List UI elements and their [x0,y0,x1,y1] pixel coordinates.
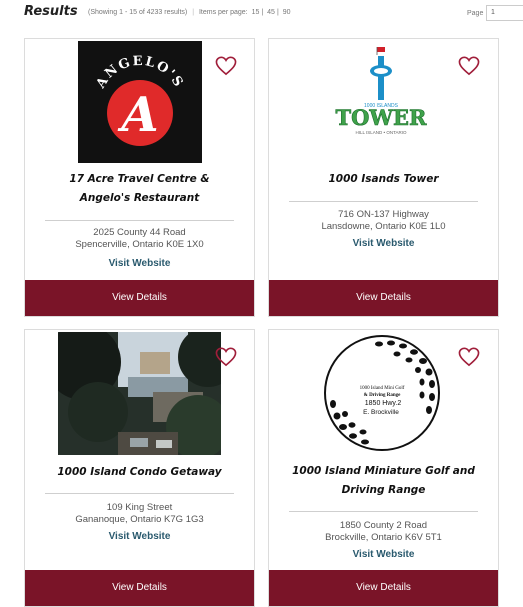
listing-name-line: 1000 Isands Tower [328,173,439,185]
tower-logo-sub: HILL ISLAND • ONTARIO [355,130,407,135]
listing-address: 2025 County 44 Road Spencerville, Ontari… [25,227,254,251]
listing-logo-angelos[interactable]: ANGELO'S A [78,41,202,163]
items-per-page-label: Items per page: [198,9,248,16]
view-details-button[interactable]: View Details [25,570,254,606]
visit-website-link[interactable]: Visit Website [25,258,254,270]
listing-address: 109 King Street Gananoque, Ontario K7G 1… [25,502,254,526]
address-city: Gananoque, Ontario K7G 1G3 [75,514,204,525]
listing-logo-minigolf[interactable]: 1000 Island Mini Golf & Driving Range 18… [321,332,444,455]
results-header: Results (Showing 1 - 15 of 4233 results)… [24,4,523,24]
results-count: (Showing 1 - 15 of 4233 results) [88,9,188,16]
angelos-logo-image: ANGELO'S A [93,54,184,146]
view-details-button[interactable]: View Details [269,280,498,316]
visit-website-link[interactable]: Visit Website [269,549,498,561]
address-street: 2025 County 44 Road [93,227,186,238]
listing-name-line: 1000 Island Miniature Golf and [292,465,475,477]
results-meta: (Showing 1 - 15 of 4233 results) | Items… [88,9,293,16]
listing-card: 1000 Island Condo Getaway 109 King Stree… [24,329,255,607]
view-details-button[interactable]: View Details [269,570,498,606]
listing-card: 1000 ISLANDS TOWER HILL ISLAND • ONTARIO… [268,38,499,317]
listing-name-line: 17 Acre Travel Centre & [69,173,210,185]
tower-logo-image: 1000 ISLANDS TOWER HILL ISLAND • ONTARIO [335,47,428,135]
visit-website-link[interactable]: Visit Website [269,238,498,250]
view-details-button[interactable]: View Details [25,280,254,316]
address-city: Brockville, Ontario K6V 5T1 [325,532,442,543]
results-title: Results [24,4,78,19]
address-city: Lansdowne, Ontario K0E 1L0 [321,221,446,232]
card-divider [289,201,478,202]
address-street: 109 King Street [106,502,173,513]
listing-name-line: 1000 Island Condo Getaway [57,466,222,478]
minigolf-logo-image: 1000 Island Mini Golf & Driving Range 18… [324,335,440,451]
option-separator: | [261,9,264,16]
address-street: 1850 County 2 Road [339,520,428,531]
listing-name-line: Angelo's Restaurant [79,192,200,204]
favorite-heart-icon[interactable] [215,347,237,367]
favorite-heart-icon[interactable] [458,347,480,367]
listing-card: 1000 Island Mini Golf & Driving Range 18… [268,329,499,607]
card-divider [45,493,234,494]
listing-name[interactable]: 1000 Island Condo Getaway [25,463,254,482]
address-street: 716 ON-137 Highway [338,209,429,220]
per-page-option-45[interactable]: 45 [267,9,275,16]
minigolf-logo-line2: & Driving Range [364,393,401,398]
listing-name[interactable]: 1000 Island Miniature Golf and Driving R… [269,462,498,500]
favorite-heart-icon[interactable] [458,56,480,76]
option-separator: | [276,9,279,16]
minigolf-logo-line1: 1000 Island Mini Golf [360,386,405,391]
tower-logo-big: TOWER [336,105,428,130]
listing-address: 716 ON-137 Highway Lansdowne, Ontario K0… [269,209,498,233]
page-number-input[interactable]: 1 [486,5,523,21]
page-label: Page [467,10,484,17]
minigolf-logo-line4: E. Brockville [363,409,399,416]
listing-name-line: Driving Range [341,484,426,496]
card-divider [45,220,234,221]
per-page-option-15[interactable]: 15 [252,9,260,16]
listing-address: 1850 County 2 Road Brockville, Ontario K… [269,520,498,544]
condo-photo-image [58,332,221,455]
minigolf-logo-line3: 1850 Hwy.2 [365,400,402,407]
visit-website-link[interactable]: Visit Website [25,531,254,543]
listing-name[interactable]: 17 Acre Travel Centre & Angelo's Restaur… [25,170,254,208]
listing-photo-condo[interactable] [58,332,221,455]
listing-logo-tower[interactable]: 1000 ISLANDS TOWER HILL ISLAND • ONTARIO [325,41,437,139]
per-page-option-90[interactable]: 90 [283,9,291,16]
listing-name[interactable]: 1000 Isands Tower [269,170,498,189]
card-divider [289,511,478,512]
meta-separator: | [192,9,195,16]
angelos-logo-letter: A [117,87,158,143]
address-city: Spencerville, Ontario K0E 1X0 [75,239,204,250]
listing-card: ANGELO'S A 17 Acre Travel Centre & Angel… [24,38,255,317]
favorite-heart-icon[interactable] [215,56,237,76]
